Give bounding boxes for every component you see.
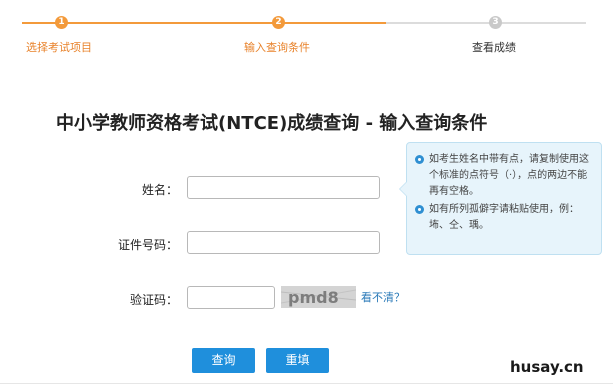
- step-2-label: 输入查询条件: [244, 41, 310, 54]
- stepper-line-current: [282, 22, 386, 24]
- captcha-image[interactable]: pmd8: [281, 286, 356, 308]
- info-bullet-icon: [415, 205, 424, 214]
- tip-item: 如有所列孤僻字请粘贴使用，例：㘵、仝、瑀。: [415, 202, 595, 234]
- id-number-input[interactable]: [187, 231, 380, 254]
- step-3-number: 3: [489, 16, 502, 29]
- info-bullet-icon: [415, 155, 424, 164]
- tip-pointer: [399, 181, 407, 197]
- tip-text-dot: 如考生姓名中带有点，请复制使用这个标准的点符号（·），点的两边不能再有空格。: [429, 154, 589, 197]
- step-1-number: 1: [55, 16, 68, 29]
- step-3-label: 查看成绩: [472, 41, 516, 54]
- refresh-captcha-link[interactable]: 看不清？: [361, 289, 405, 305]
- watermark: husay.cn: [510, 358, 584, 376]
- progress-stepper: 1 选择考试项目 2 输入查询条件 3 查看成绩: [0, 0, 613, 60]
- name-input[interactable]: [187, 176, 380, 199]
- step-1-label: 选择考试项目: [26, 41, 92, 54]
- step-2-number: 2: [272, 16, 285, 29]
- stepper-line-pending: [386, 22, 586, 24]
- reset-button[interactable]: 重填: [266, 348, 329, 373]
- captcha-text: pmd8: [288, 288, 339, 307]
- tip-item: 如考生姓名中带有点，请复制使用这个标准的点符号（·），点的两边不能再有空格。: [415, 152, 595, 200]
- name-label: 姓名：: [141, 183, 178, 197]
- tip-text-rare-chars: 如有所列孤僻字请粘贴使用，例：㘵、仝、瑀。: [429, 204, 579, 231]
- captcha-label: 验证码：: [129, 293, 178, 307]
- captcha-input[interactable]: [187, 286, 275, 309]
- input-tips-box: 如考生姓名中带有点，请复制使用这个标准的点符号（·），点的两边不能再有空格。 如…: [399, 142, 602, 255]
- id-number-label: 证件号码：: [117, 238, 178, 252]
- page-title: 中小学教师资格考试(NTCE)成绩查询 - 输入查询条件: [56, 113, 488, 134]
- query-button[interactable]: 查询: [192, 348, 255, 373]
